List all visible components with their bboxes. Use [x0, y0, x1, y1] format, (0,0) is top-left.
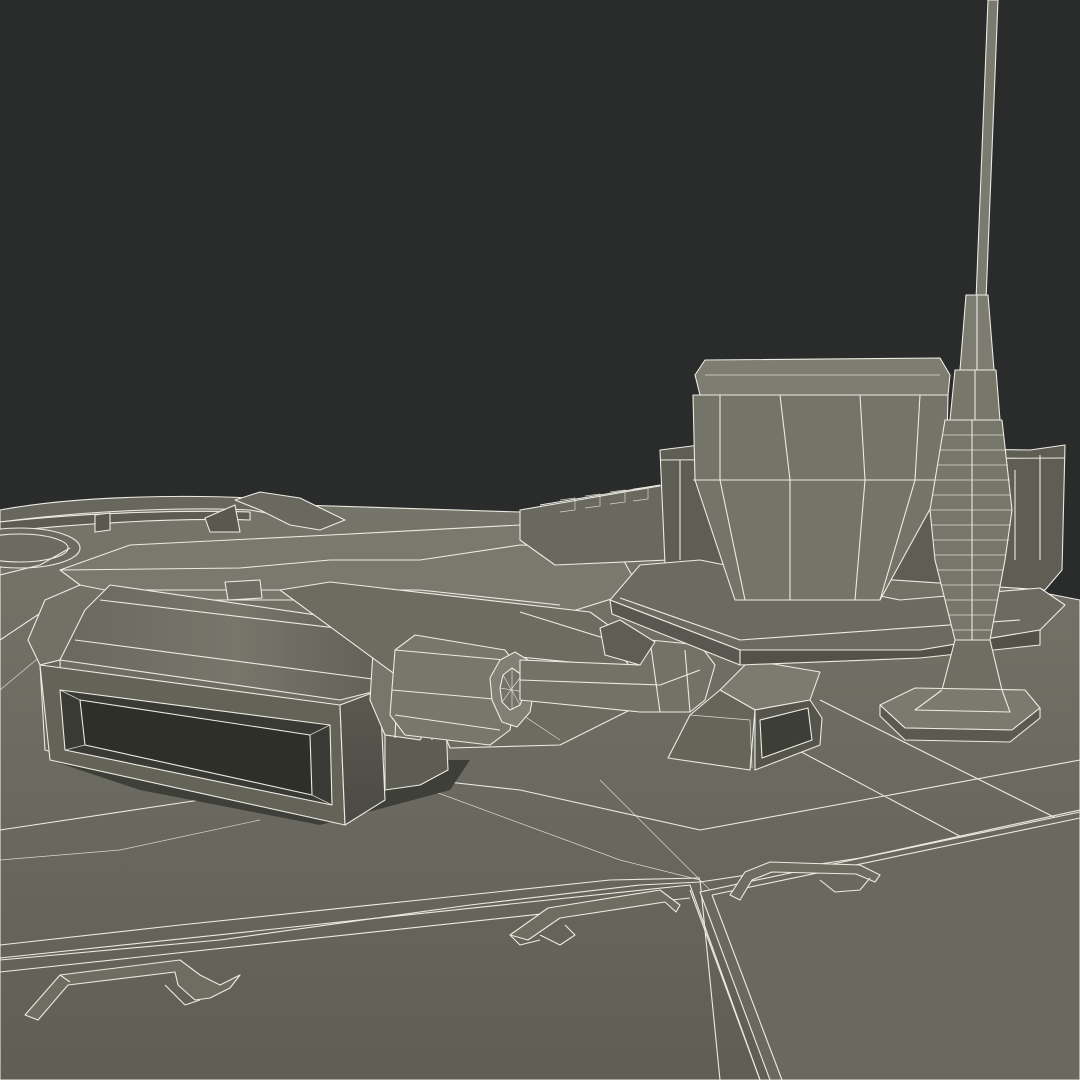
wireframe-scene	[0, 0, 1080, 1080]
render-viewport	[0, 0, 1080, 1080]
